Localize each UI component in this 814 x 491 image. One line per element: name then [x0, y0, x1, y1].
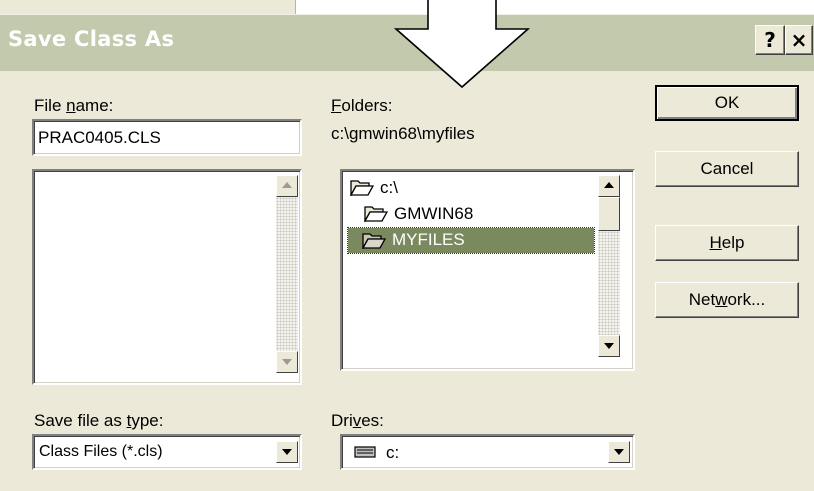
current-folder-path: c:\gmwin68\myfiles	[331, 124, 475, 143]
arrow-down-icon	[282, 359, 292, 365]
arrow-down-icon	[604, 343, 614, 349]
help-button[interactable]: Help	[655, 225, 799, 261]
down-arrow-annotation-icon	[393, 0, 531, 89]
folder-tree[interactable]: c:\ GMWIN68 MYFILES	[340, 169, 635, 371]
file-list-scroll-track[interactable]	[276, 197, 298, 351]
hard-drive-icon	[354, 446, 376, 458]
chevron-down-icon	[282, 449, 292, 455]
drives-label: Drives:	[331, 411, 384, 430]
chevron-down-icon	[614, 449, 624, 455]
save-type-value: Class Files (*.cls)	[39, 443, 163, 460]
file-name-input[interactable]: PRAC0405.CLS	[32, 119, 302, 156]
drives-select[interactable]: c:	[340, 434, 635, 470]
save-class-as-dialog: Save Class As ? × File name: PRAC0405.CL…	[0, 0, 814, 491]
open-folder-icon	[364, 206, 388, 222]
file-list[interactable]	[32, 169, 302, 385]
folder-tree-scroll-track[interactable]	[598, 231, 620, 335]
file-list-scroll-up[interactable]	[276, 175, 298, 197]
folder-tree-scroll-down[interactable]	[598, 335, 620, 357]
save-type-label: Save file as type:	[34, 411, 164, 430]
open-folder-icon	[362, 233, 386, 249]
folder-tree-scroll-up[interactable]	[598, 175, 620, 197]
drives-dropdown-button[interactable]	[608, 441, 630, 463]
folder-item-myfiles[interactable]: MYFILES	[347, 227, 595, 254]
arrow-up-icon	[604, 182, 614, 188]
folder-tree-scroll-thumb[interactable]	[598, 197, 620, 231]
save-type-dropdown-button[interactable]	[276, 441, 298, 463]
file-list-scroll-down[interactable]	[276, 351, 298, 373]
open-folder-icon	[350, 180, 374, 196]
file-name-value: PRAC0405.CLS	[38, 128, 161, 147]
drives-value: c:	[386, 443, 400, 462]
arrow-up-icon	[282, 182, 292, 188]
network-button[interactable]: Network...	[655, 282, 799, 318]
save-type-select[interactable]: Class Files (*.cls)	[32, 434, 302, 470]
cancel-button[interactable]: Cancel	[655, 151, 799, 187]
